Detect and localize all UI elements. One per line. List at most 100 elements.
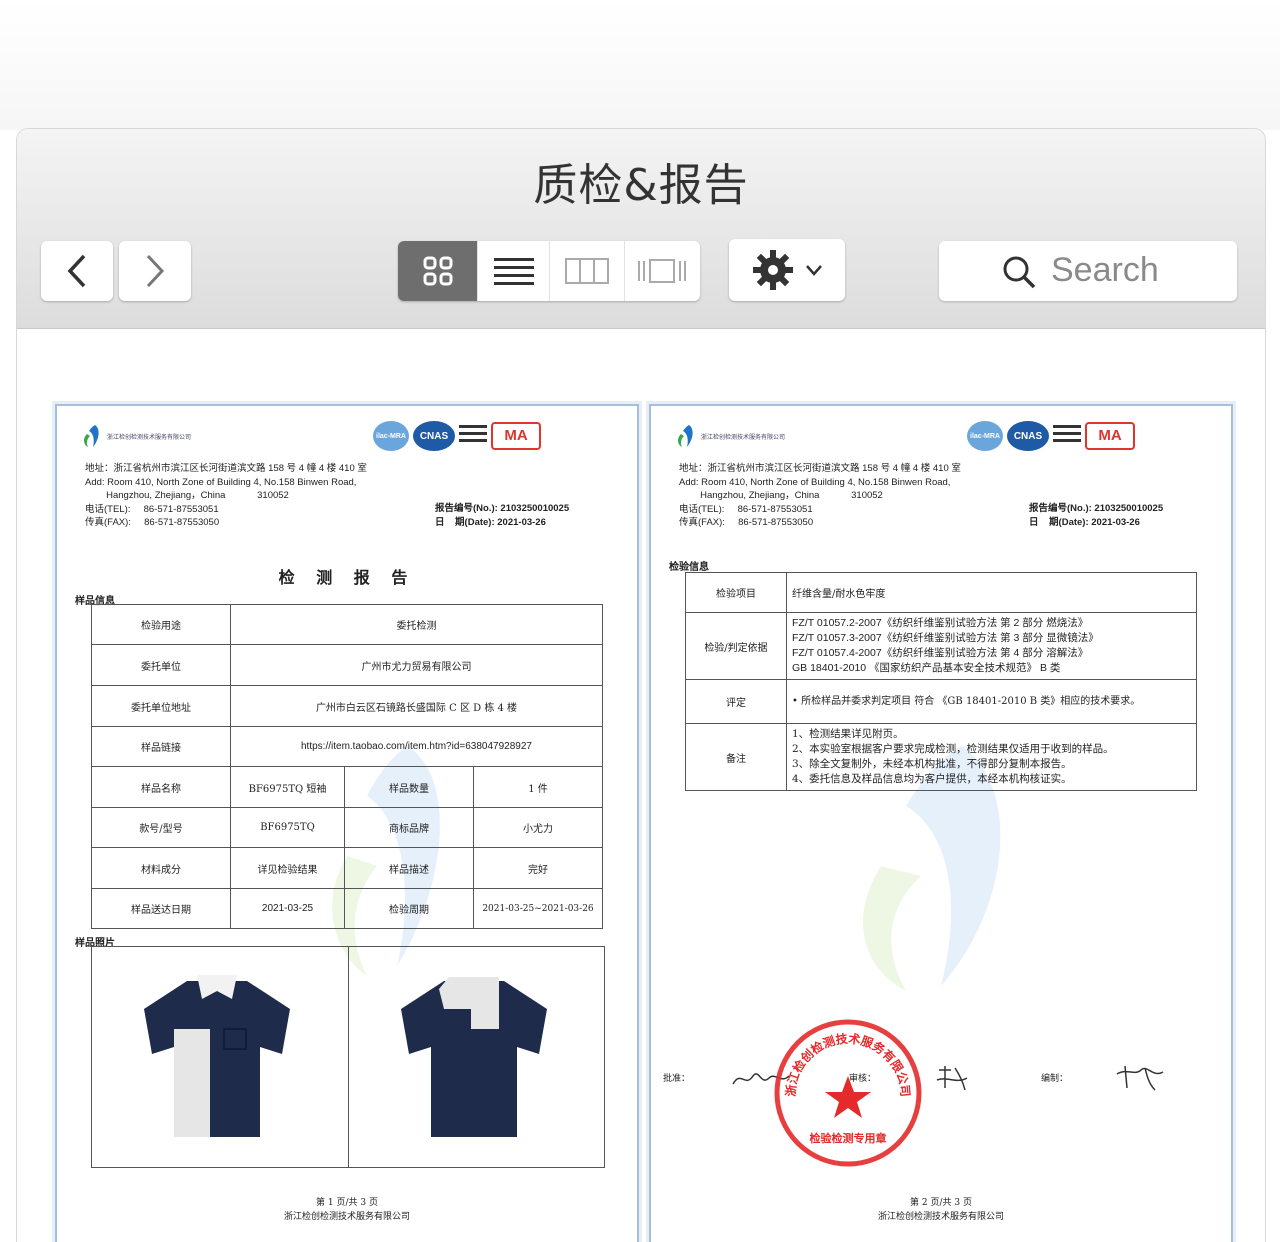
view-mode-switcher	[398, 241, 700, 301]
sample-link-value: https://item.taobao.com/item.htm?id=6380…	[230, 726, 603, 767]
gear-icon	[753, 250, 793, 290]
purpose-key: 检验用途	[91, 604, 231, 645]
cert-text-block	[459, 421, 487, 451]
action-menu-button[interactable]	[729, 239, 845, 301]
approve-label: 批准：	[663, 1074, 691, 1084]
model-key: 款号/型号	[91, 807, 231, 848]
report-page-1[interactable]: 浙江检创检测技术服务有限公司 ilac-MRA CNAS MA 地址：浙江省杭州…	[55, 404, 639, 1242]
client-address-key: 委托单位地址	[91, 685, 231, 727]
photo-front	[92, 947, 349, 1167]
report-date-text: 日 期(Date): 2021-03-26	[435, 517, 546, 528]
sample-desc-value: 完好	[473, 847, 603, 889]
client-value: 广州市尤力贸易有限公司	[230, 644, 603, 686]
footer-org: 浙江检创检测技术服务有限公司	[877, 1212, 1004, 1222]
test-item-key: 检验项目	[685, 572, 787, 613]
chevron-down-icon	[806, 265, 822, 276]
compile-label: 编制：	[1041, 1074, 1069, 1084]
search-placeholder: Search	[1051, 251, 1159, 289]
window-toolbar: 质检&报告 Search	[17, 129, 1265, 329]
model-value: BF6975TQ	[230, 807, 345, 848]
report-date-text: 日 期(Date): 2021-03-26	[1029, 517, 1140, 528]
section-test-info: 检验信息	[669, 562, 709, 573]
certification-badges: ilac-MRA CNAS MA	[967, 420, 1135, 452]
client-key: 委托单位	[91, 644, 231, 686]
footer-org: 浙江检创检测技术服务有限公司	[283, 1212, 410, 1222]
report-number-text: 报告编号(No.): 2103250010025	[1029, 503, 1164, 514]
sample-link-key: 样品链接	[91, 726, 231, 767]
sent-date-value: 2021-03-25	[230, 888, 345, 929]
grid-icon	[423, 256, 453, 286]
address-block: 地址：浙江省杭州市滨江区长河街道滨文路 158 号 4 幢 4 楼 410 室 …	[679, 463, 961, 528]
report-number-text: 报告编号(No.): 2103250010025	[435, 503, 570, 514]
purpose-value: 委托检测	[230, 604, 603, 645]
gallery-icon	[638, 259, 687, 283]
report-page-2[interactable]: 浙江检创检测技术服务有限公司 ilac-MRA CNAS MA 地址：浙江省杭州…	[649, 404, 1233, 1242]
org-name-small: 浙江检创检测技术服务有限公司	[701, 434, 786, 441]
report-number: 报告编号(No.): 2103250010025 日 期(Date): 2021…	[435, 502, 569, 530]
search-field[interactable]: Search	[939, 241, 1237, 301]
search-icon	[1003, 256, 1036, 289]
period-value: 2021-03-25~2021-03-26	[473, 888, 603, 929]
back-button[interactable]	[41, 241, 113, 301]
brand-key: 商标品牌	[344, 807, 474, 848]
basis-value: FZ/T 01057.2-2007《纺织纤维鉴别试验方法 第 2 部分 燃烧法》…	[786, 612, 1197, 680]
compiler-signature	[1116, 1065, 1164, 1091]
sample-info-table: 检验用途 委托检测 委托单位 广州市尤力贸易有限公司 委托单位地址 广州市白云区石镜路…	[91, 604, 603, 929]
evaluation-key: 评定	[685, 679, 787, 724]
basis-key: 检验/判定依据	[685, 612, 787, 680]
chevron-left-icon	[67, 254, 86, 288]
client-address-value: 广州市白云区石镜路长盛国际 C 区 D 栋 4 楼	[230, 685, 603, 727]
photo-back	[349, 947, 605, 1167]
sent-date-key: 样品送达日期	[91, 888, 231, 929]
test-item-value: 纤维含量/耐水色牢度	[786, 572, 1197, 613]
shirt-back-image	[400, 977, 547, 1137]
page-top-background	[0, 0, 1280, 130]
sample-name-key: 样品名称	[91, 766, 231, 808]
address-block: 地址：浙江省杭州市滨江区长河街道滨文路 158 号 4 幢 4 楼 410 室 …	[85, 463, 367, 528]
columns-icon	[565, 258, 610, 284]
sample-photos	[91, 946, 605, 1168]
cnas-badge: CNAS	[1007, 421, 1049, 451]
org-name-small: 浙江检创检测技术服务有限公司	[107, 434, 192, 441]
period-key: 检验周期	[344, 888, 474, 929]
evaluation-value: • 所检样品并委求判定项目 符合 《GB 18401-2010 B 类》相应的技…	[786, 679, 1197, 724]
note-key: 备注	[685, 723, 787, 791]
page-footer: 第 2 页/共 3 页 浙江检创检测技术服务有限公司	[651, 1196, 1231, 1224]
page-number: 第 1 页/共 3 页	[316, 1198, 378, 1208]
window-title: 质检&报告	[533, 160, 749, 211]
icon-view-button[interactable]	[398, 241, 479, 301]
report-number: 报告编号(No.): 2103250010025 日 期(Date): 2021…	[1029, 502, 1163, 530]
org-logo	[84, 425, 99, 447]
sample-name-value: BF6975TQ 短袖	[230, 766, 345, 808]
list-view-button[interactable]	[478, 241, 551, 301]
sample-desc-key: 样品描述	[344, 847, 474, 889]
sample-qty-key: 样品数量	[344, 766, 474, 808]
official-stamp: 浙江检创检测技术服务有限公司 检验检测专用章	[774, 1019, 922, 1167]
certification-badges: ilac-MRA CNAS MA	[373, 420, 541, 452]
note-value: 1、检测结果详见附页。 2、本实验室根据客户要求完成检测，检测结果仅适用于收到的…	[786, 723, 1197, 791]
forward-button[interactable]	[119, 241, 191, 301]
shirt-front-image	[144, 975, 290, 1137]
stamp-sub-text: 检验检测专用章	[810, 1131, 887, 1145]
brand-value: 小尤力	[473, 807, 603, 848]
report-title: 检 测 报 告	[278, 568, 416, 587]
page-footer: 第 1 页/共 3 页 浙江检创检测技术服务有限公司	[57, 1196, 637, 1224]
gallery-view-button[interactable]	[625, 241, 700, 301]
cnas-badge: CNAS	[413, 421, 455, 451]
list-icon	[493, 258, 534, 285]
reviewer-signature	[936, 1066, 968, 1091]
chevron-right-icon	[146, 254, 165, 288]
material-value: 详见检验结果	[230, 847, 345, 889]
column-view-button[interactable]	[550, 241, 625, 301]
sample-qty-value: 1 件	[473, 766, 603, 808]
page-number: 第 2 页/共 3 页	[910, 1198, 972, 1208]
cert-text-block	[1053, 421, 1081, 451]
finder-window: 质检&报告 Search 浙江检创检测技术服务有限公司 ilac-MRA CNA…	[16, 128, 1266, 1242]
ma-badge: MA	[491, 422, 541, 450]
ilac-badge: ilac-MRA	[373, 421, 409, 451]
org-logo	[678, 425, 693, 447]
material-key: 材料成分	[91, 847, 231, 889]
ma-badge: MA	[1085, 422, 1135, 450]
test-info-table: 检验项目 纤维含量/耐水色牢度 检验/判定依据 FZ/T 01057.2-2007《…	[685, 572, 1197, 791]
ilac-badge: ilac-MRA	[967, 421, 1003, 451]
